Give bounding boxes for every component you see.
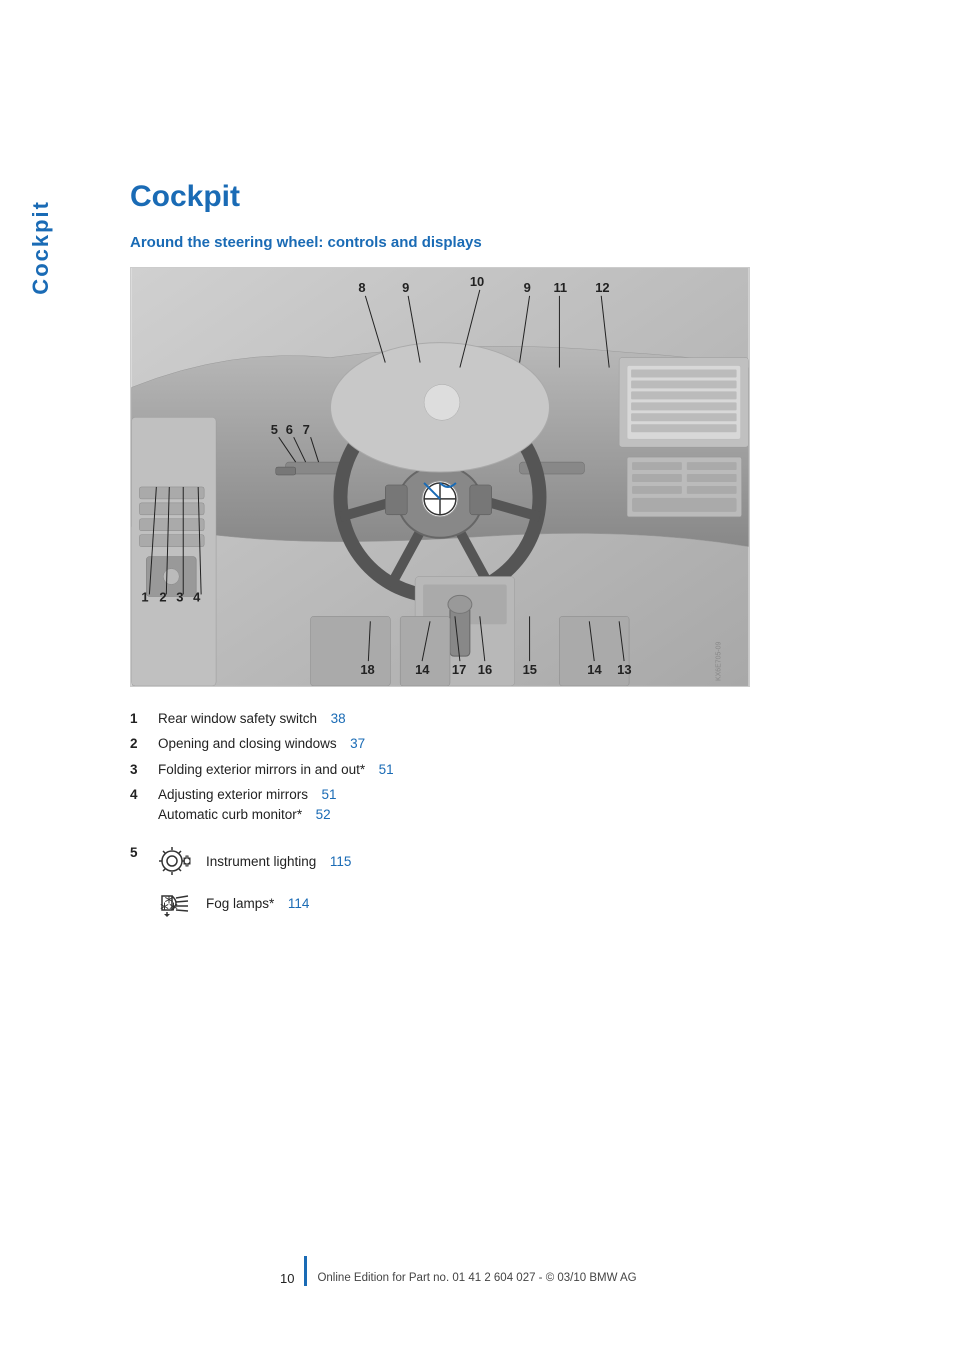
items-list: 1 Rear window safety switch 38 2 Opening…: [130, 709, 894, 825]
item-link[interactable]: 51: [322, 787, 337, 802]
page-number: 10: [280, 1271, 294, 1286]
svg-text:17: 17: [452, 662, 466, 677]
footer: 10 Online Edition for Part no. 01 41 2 6…: [0, 1256, 954, 1290]
svg-text:14: 14: [415, 662, 430, 677]
item-link[interactable]: 51: [379, 762, 394, 777]
item-link[interactable]: 52: [316, 807, 331, 822]
svg-text:9: 9: [402, 280, 409, 295]
item-number: 2: [130, 734, 150, 754]
fog-lamp-label: Fog lamps* 114: [206, 896, 309, 911]
list-item: 4 Adjusting exterior mirrors 51 Automati…: [130, 785, 894, 826]
svg-text:8: 8: [358, 280, 365, 295]
svg-text:16: 16: [478, 662, 492, 677]
instrument-lighting-icon: [158, 845, 196, 877]
instrument-lighting-label: Instrument lighting 115: [206, 854, 351, 869]
instrument-lighting-link[interactable]: 115: [330, 854, 352, 869]
svg-text:11: 11: [553, 280, 567, 295]
main-content: Cockpit Around the steering wheel: contr…: [130, 0, 954, 919]
svg-text:14: 14: [587, 662, 602, 677]
svg-text:15: 15: [523, 662, 537, 677]
svg-text:1: 1: [141, 589, 148, 604]
item-text: Opening and closing windows 37: [158, 734, 894, 754]
item-number: 3: [130, 760, 150, 780]
item-5-container: 5: [130, 845, 894, 919]
page-container: Cockpit Cockpit Around the steering whee…: [0, 0, 954, 1350]
svg-text:6: 6: [286, 422, 293, 437]
item-text-2: Automatic curb monitor* 52: [158, 805, 331, 825]
item-link[interactable]: 38: [331, 711, 346, 726]
icon-row-instrument: Instrument lighting 115: [158, 845, 351, 877]
svg-text:2: 2: [159, 589, 166, 604]
svg-text:10: 10: [470, 274, 484, 289]
svg-text:18: 18: [360, 662, 374, 677]
item-text: Folding exterior mirrors in and out* 51: [158, 760, 894, 780]
section-heading: Around the steering wheel: controls and …: [130, 234, 894, 251]
item-5-icons: Instrument lighting 115 ⁂: [158, 845, 351, 919]
icon-row-foglamp: ⁂: [158, 887, 351, 919]
svg-text:9: 9: [524, 280, 531, 295]
svg-text:7: 7: [303, 422, 310, 437]
item-link[interactable]: 37: [350, 736, 365, 751]
item-text: Adjusting exterior mirrors 51: [158, 785, 337, 805]
footer-copyright: Online Edition for Part no. 01 41 2 604 …: [317, 1272, 636, 1286]
page-title: Cockpit: [130, 180, 894, 214]
svg-text:3: 3: [176, 589, 183, 604]
svg-text:4: 4: [193, 589, 201, 604]
diagram-svg: KX6E705-09 8 9 10 9 11 12: [131, 268, 749, 686]
svg-text:5: 5: [271, 422, 278, 437]
svg-text:KX6E705-09: KX6E705-09: [716, 641, 723, 681]
item-number: 1: [130, 709, 150, 729]
list-item: 2 Opening and closing windows 37: [130, 734, 894, 754]
item-number: 4: [130, 785, 150, 805]
svg-text:12: 12: [595, 280, 609, 295]
sidebar-label: Cockpit: [28, 200, 54, 295]
item-5-number: 5: [130, 845, 150, 860]
footer-bar: [304, 1256, 307, 1286]
svg-text:13: 13: [617, 662, 631, 677]
item-text: Rear window safety switch 38: [158, 709, 894, 729]
fog-lamp-link[interactable]: 114: [288, 896, 310, 911]
list-item: 1 Rear window safety switch 38: [130, 709, 894, 729]
cockpit-diagram: KX6E705-09 8 9 10 9 11 12: [130, 267, 750, 687]
list-item: 3 Folding exterior mirrors in and out* 5…: [130, 760, 894, 780]
fog-lamp-icon: ⁂: [158, 887, 196, 919]
